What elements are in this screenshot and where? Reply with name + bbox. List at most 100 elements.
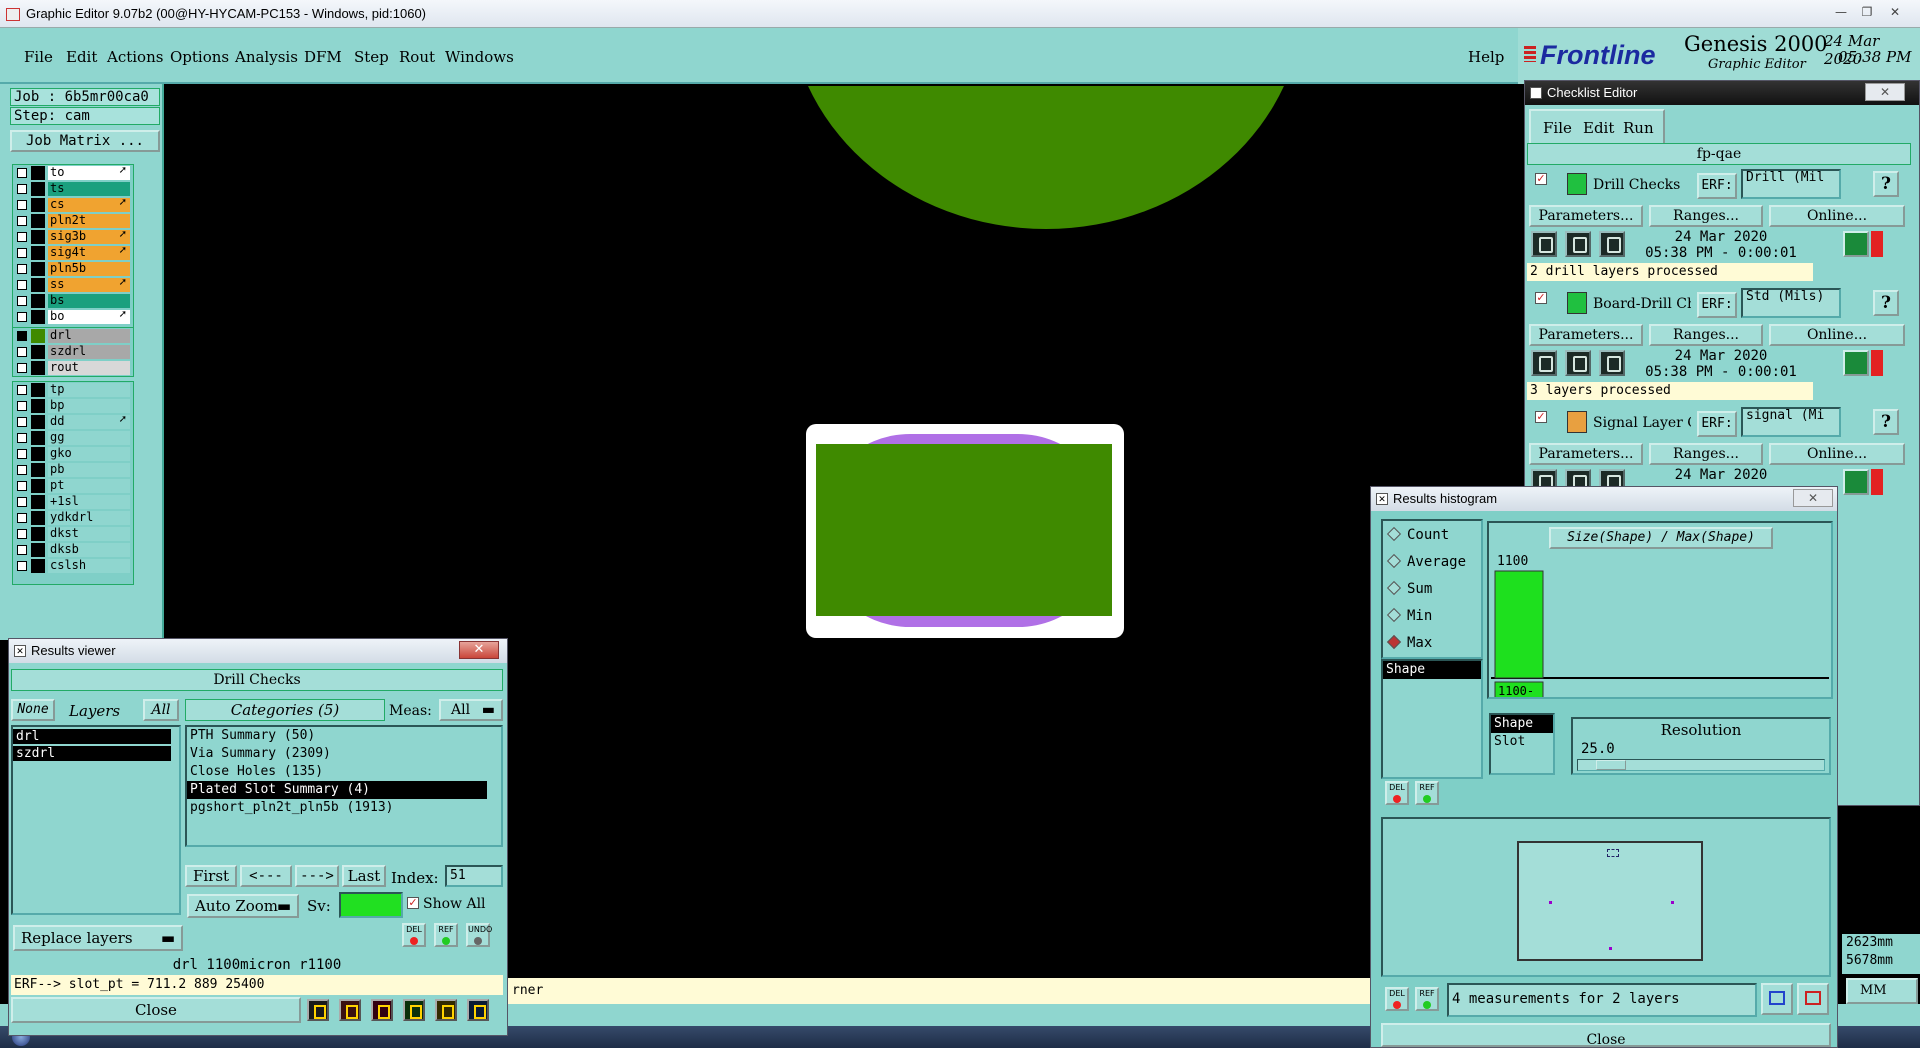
layer-checkbox[interactable] (17, 296, 27, 306)
layers-list[interactable]: drl szdrl (11, 725, 181, 915)
first-button[interactable]: First (185, 865, 237, 887)
layer-name[interactable]: +1sl (48, 495, 130, 509)
erf-field[interactable]: Drill (Mil (1741, 169, 1841, 199)
parameters-button[interactable]: Parameters... (1529, 443, 1643, 465)
hist-del-button[interactable]: DEL (1385, 781, 1409, 805)
tool-icon-2[interactable] (339, 999, 361, 1021)
layer-row[interactable]: rout (13, 360, 133, 376)
layer-checkbox[interactable] (17, 331, 27, 341)
layer-row[interactable]: bs (13, 293, 133, 309)
menu-edit[interactable]: Edit (66, 48, 97, 66)
layer-name[interactable]: szdrl (48, 345, 130, 359)
tool-icon-1[interactable] (307, 999, 329, 1021)
layer-name[interactable]: pln5b (48, 262, 130, 276)
layer-name[interactable]: tp (48, 383, 130, 397)
layer-row[interactable]: gko (13, 446, 133, 462)
layer-name[interactable]: pt (48, 479, 130, 493)
minimize-button[interactable]: — (1830, 3, 1852, 21)
shape-list[interactable]: Shape (1381, 659, 1483, 779)
resolution-slider-handle[interactable] (1596, 760, 1626, 770)
layer-checkbox[interactable] (17, 232, 27, 242)
run-check-icon[interactable] (1565, 350, 1591, 376)
menu-help[interactable]: Help (1468, 48, 1504, 66)
zoom-results-icon[interactable] (1843, 350, 1869, 376)
run-check-icon[interactable] (1531, 350, 1557, 376)
prev-button[interactable]: <--- (240, 865, 292, 887)
categories-list[interactable]: PTH Summary (50) Via Summary (2309) Close … (185, 725, 503, 847)
layer-list-item[interactable]: drl (13, 729, 171, 744)
layer-checkbox[interactable] (17, 347, 27, 357)
sv-color-dropdown[interactable] (339, 892, 403, 918)
resolution-slider[interactable] (1577, 759, 1825, 771)
layer-checkbox[interactable] (17, 401, 27, 411)
ranges-button[interactable]: Ranges... (1649, 443, 1763, 465)
layer-row[interactable]: ts (13, 181, 133, 197)
layer-row[interactable]: dkst (13, 526, 133, 542)
job-matrix-button[interactable]: Job Matrix ... (10, 130, 160, 152)
layer-row[interactable]: gg (13, 430, 133, 446)
layer-row[interactable]: dksb (13, 542, 133, 558)
layer-name[interactable]: dkst (48, 527, 130, 541)
category-item[interactable]: Plated Slot Summary (4) (187, 781, 487, 799)
layer-row[interactable]: cslsh (13, 558, 133, 574)
tool-icon-3[interactable] (371, 999, 393, 1021)
layer-row[interactable]: drl (13, 328, 133, 344)
layer-name[interactable]: bp (48, 399, 130, 413)
layer-row[interactable]: pln2t (13, 213, 133, 229)
mode-radio-max[interactable]: Max (1386, 634, 1432, 651)
layer-checkbox[interactable] (17, 545, 27, 555)
replace-layers-dropdown[interactable]: Replace layers ▬ (13, 925, 183, 951)
layer-name[interactable]: cslsh (48, 559, 130, 573)
shape-list-item[interactable]: Shape (1383, 661, 1481, 679)
mode-radio-average[interactable]: Average (1386, 553, 1466, 570)
layer-checkbox[interactable] (17, 513, 27, 523)
ref-button[interactable]: REF (434, 923, 458, 947)
category-item[interactable]: Close Holes (135) (187, 763, 501, 781)
layer-name[interactable]: pln2t (48, 214, 130, 228)
undo-button[interactable]: UNDO (466, 923, 492, 947)
menu-file[interactable]: File (24, 48, 53, 66)
layer-checkbox[interactable] (17, 216, 27, 226)
hist-ref-button[interactable]: REF (1415, 781, 1439, 805)
tool-icon-6[interactable] (467, 999, 489, 1021)
auto-zoom-dropdown[interactable]: Auto Zoom ▬ (187, 894, 299, 918)
check-help-button[interactable]: ? (1873, 409, 1899, 435)
results-close-button[interactable]: Close (11, 997, 301, 1023)
layer-checkbox[interactable] (17, 363, 27, 373)
layer-row[interactable]: pt (13, 478, 133, 494)
units-dropdown[interactable]: MM (1846, 978, 1918, 1004)
category-item[interactable]: pgshort_pln2t_pln5b (1913) (187, 799, 501, 817)
layer-checkbox[interactable] (17, 417, 27, 427)
layer-checkbox[interactable] (17, 529, 27, 539)
run-check-icon[interactable] (1531, 231, 1557, 257)
layer-checkbox[interactable] (17, 168, 27, 178)
layer-name[interactable]: ts (48, 182, 130, 196)
preview-del-button[interactable]: DEL (1385, 987, 1409, 1011)
layer-name[interactable]: gko (48, 447, 130, 461)
category-item[interactable]: PTH Summary (50) (187, 727, 501, 745)
layer-row[interactable]: szdrl (13, 344, 133, 360)
checklist-menu-edit[interactable]: Edit (1583, 119, 1614, 137)
online-button[interactable]: Online... (1769, 324, 1905, 346)
highlight-results-icon[interactable] (1797, 983, 1829, 1015)
layer-checkbox[interactable] (17, 449, 27, 459)
layer-checkbox[interactable] (17, 312, 27, 322)
checklist-menu-file[interactable]: File (1543, 119, 1572, 137)
menu-step[interactable]: Step (354, 48, 389, 66)
checklist-close-x[interactable]: ✕ (1865, 83, 1905, 101)
zoom-to-results-icon[interactable] (1761, 983, 1793, 1015)
check-help-button[interactable]: ? (1873, 171, 1899, 197)
menu-options[interactable]: Options (170, 48, 229, 66)
layer-row[interactable]: pln5b (13, 261, 133, 277)
tool-icon-4[interactable] (403, 999, 425, 1021)
layer-checkbox[interactable] (17, 280, 27, 290)
category-item[interactable]: Via Summary (2309) (187, 745, 501, 763)
group-item-slot[interactable]: Slot (1491, 733, 1553, 751)
layer-checkbox[interactable] (17, 497, 27, 507)
online-button[interactable]: Online... (1769, 205, 1905, 227)
layer-row[interactable]: bo ➚ (13, 309, 133, 325)
preview-ref-button[interactable]: REF (1415, 987, 1439, 1011)
layers-all-button[interactable]: All (143, 699, 179, 721)
show-all-checkbox[interactable]: ✓ (407, 897, 419, 909)
histogram-close-button[interactable]: Close (1381, 1023, 1831, 1047)
